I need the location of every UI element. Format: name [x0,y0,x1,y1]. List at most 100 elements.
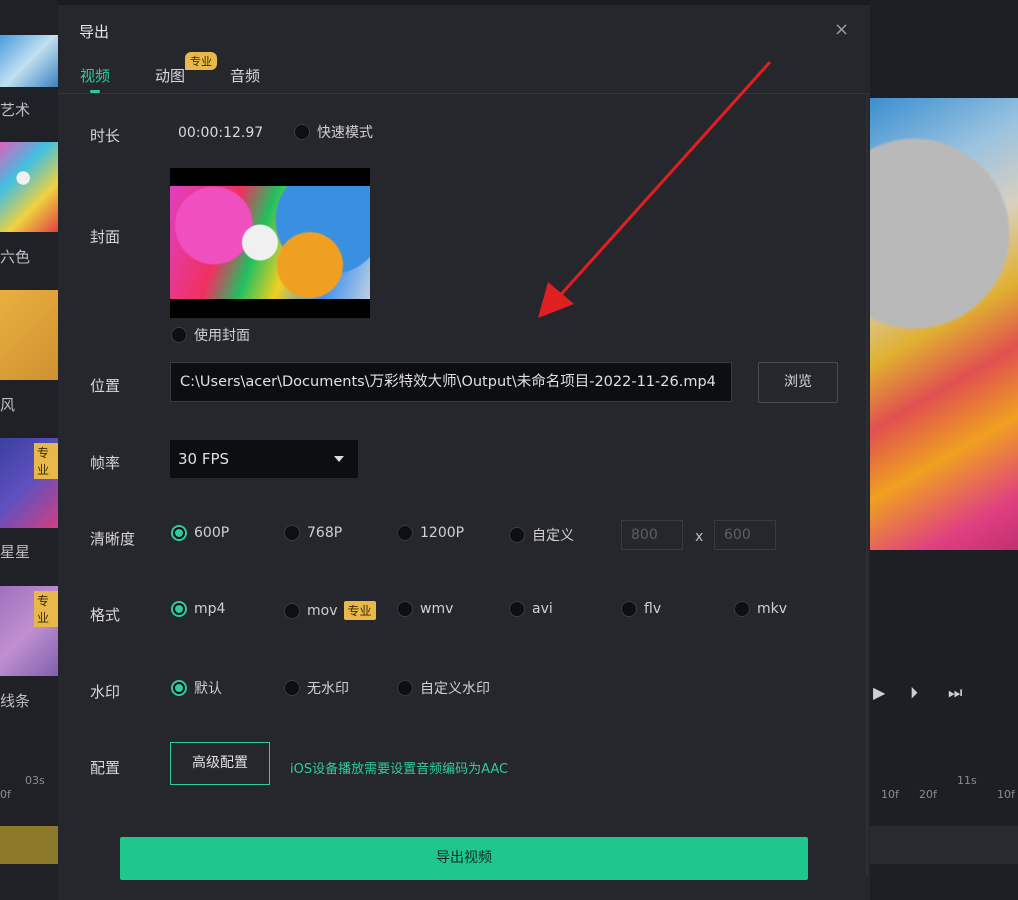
radio-dot [171,327,187,343]
template-label: 艺术 [0,101,31,119]
play-icon[interactable]: ▶ [873,683,885,702]
cover-label: 封面 [90,228,121,246]
template-thumbnail[interactable] [0,35,58,87]
aac-hint: iOS设备播放需要设置音频编码为AAC [290,762,509,777]
advanced-config-button[interactable]: 高级配置 [170,742,270,785]
times-symbol: x [695,529,704,545]
duration-value: 00:00:12.97 [178,125,264,141]
radio-label: 600P [194,525,230,541]
pro-badge: 专业 [34,443,58,479]
fps-label: 帧率 [90,454,121,472]
resolution-label: 清晰度 [90,530,136,548]
fps-select[interactable]: 30 FPS [170,440,358,478]
cover-image [170,186,370,299]
timeline-track [870,826,1018,864]
use-cover-label: 使用封面 [194,328,250,344]
resolution-custom-radio[interactable]: 自定义 [509,525,574,545]
export-video-button[interactable]: 导出视频 [120,837,808,880]
radio-label: wmv [420,601,454,617]
export-dialog: 导出 × 视频 动图 专业 音频 时长 00:00:12.97 快速模式 封面 … [58,5,870,900]
location-label: 位置 [90,377,121,395]
radio-dot [294,124,310,140]
ruler-tick: 10f [997,788,1015,801]
video-preview [870,98,1018,550]
pro-badge: 专业 [185,52,217,70]
watermark-label: 水印 [90,683,121,701]
radio-label: 默认 [194,681,222,697]
template-thumbnail[interactable] [0,290,58,380]
template-label: 六色 [0,248,31,266]
custom-width-input[interactable]: 800 [621,520,683,550]
radio-dot [509,601,525,617]
radio-label: mov [307,602,338,619]
watermark-none-radio[interactable]: 无水印 [284,678,349,698]
template-label: 线条 [0,692,31,710]
tab-audio[interactable]: 音频 [230,65,260,86]
radio-label: 1200P [420,525,465,541]
config-label: 配置 [90,759,121,777]
close-icon[interactable]: × [834,19,849,40]
resolution-768p-radio[interactable]: 768P [284,525,342,541]
scrollbar[interactable] [866,95,868,875]
radio-label: 无水印 [307,681,349,697]
radio-dot [284,680,300,696]
fast-mode-radio[interactable]: 快速模式 [294,122,373,142]
watermark-custom-radio[interactable]: 自定义水印 [397,678,490,698]
radio-label: flv [644,601,662,617]
dialog-title: 导出 [79,23,110,41]
format-mp4-radio[interactable]: mp4 [171,601,225,617]
ruler-tick: 0f [0,788,11,801]
format-label: 格式 [90,606,121,624]
active-tab-indicator [90,90,100,93]
format-mov-radio[interactable]: mov 专业 [284,601,376,620]
tab-bar: 视频 动图 专业 音频 [58,52,870,94]
skip-end-icon[interactable]: ⏭ [948,683,962,703]
radio-dot [284,602,300,619]
use-cover-radio[interactable]: 使用封面 [171,325,250,345]
fps-value: 30 FPS [178,450,230,468]
format-avi-radio[interactable]: avi [509,601,553,617]
format-wmv-radio[interactable]: wmv [397,601,453,617]
radio-dot [397,601,413,617]
ruler-tick: 03s [25,774,45,787]
radio-dot [171,525,187,541]
radio-label: avi [532,601,553,617]
radio-dot [171,680,187,696]
radio-label: 自定义 [532,528,574,544]
radio-dot [397,525,413,541]
next-frame-icon[interactable]: ⏵ [910,683,918,703]
cover-thumbnail[interactable] [170,168,370,318]
duration-label: 时长 [90,127,121,145]
template-label: 星星 [0,543,31,561]
radio-dot [171,601,187,617]
radio-dot [621,601,637,617]
timeline-clip[interactable] [0,826,58,864]
custom-height-input[interactable]: 600 [714,520,776,550]
radio-label: mp4 [194,601,226,617]
output-path-input[interactable]: C:\Users\acer\Documents\万彩特效大师\Output\未命… [170,362,732,402]
format-mkv-radio[interactable]: mkv [734,601,787,617]
radio-dot [284,525,300,541]
background-left-panel: 艺术 六色 风 专业 星星 专业 线条 0f 03s [0,0,58,900]
pro-badge: 专业 [34,591,58,627]
ruler-tick: 11s [957,774,977,787]
radio-dot [397,680,413,696]
template-thumbnail[interactable] [0,142,58,232]
resolution-1200p-radio[interactable]: 1200P [397,525,464,541]
tab-gif[interactable]: 动图 [155,65,185,86]
tab-video[interactable]: 视频 [80,65,110,86]
format-flv-radio[interactable]: flv [621,601,661,617]
radio-label: 自定义水印 [420,681,490,697]
resolution-600p-radio[interactable]: 600P [171,525,229,541]
radio-label: 768P [307,525,343,541]
pro-badge: 专业 [343,601,376,620]
ruler-tick: 10f [881,788,899,801]
ruler-tick: 20f [919,788,937,801]
radio-label: mkv [757,601,788,617]
watermark-default-radio[interactable]: 默认 [171,678,222,698]
template-label: 风 [0,396,16,414]
fast-mode-label: 快速模式 [317,125,373,141]
radio-dot [734,601,750,617]
browse-button[interactable]: 浏览 [758,362,838,403]
radio-dot [509,527,525,543]
